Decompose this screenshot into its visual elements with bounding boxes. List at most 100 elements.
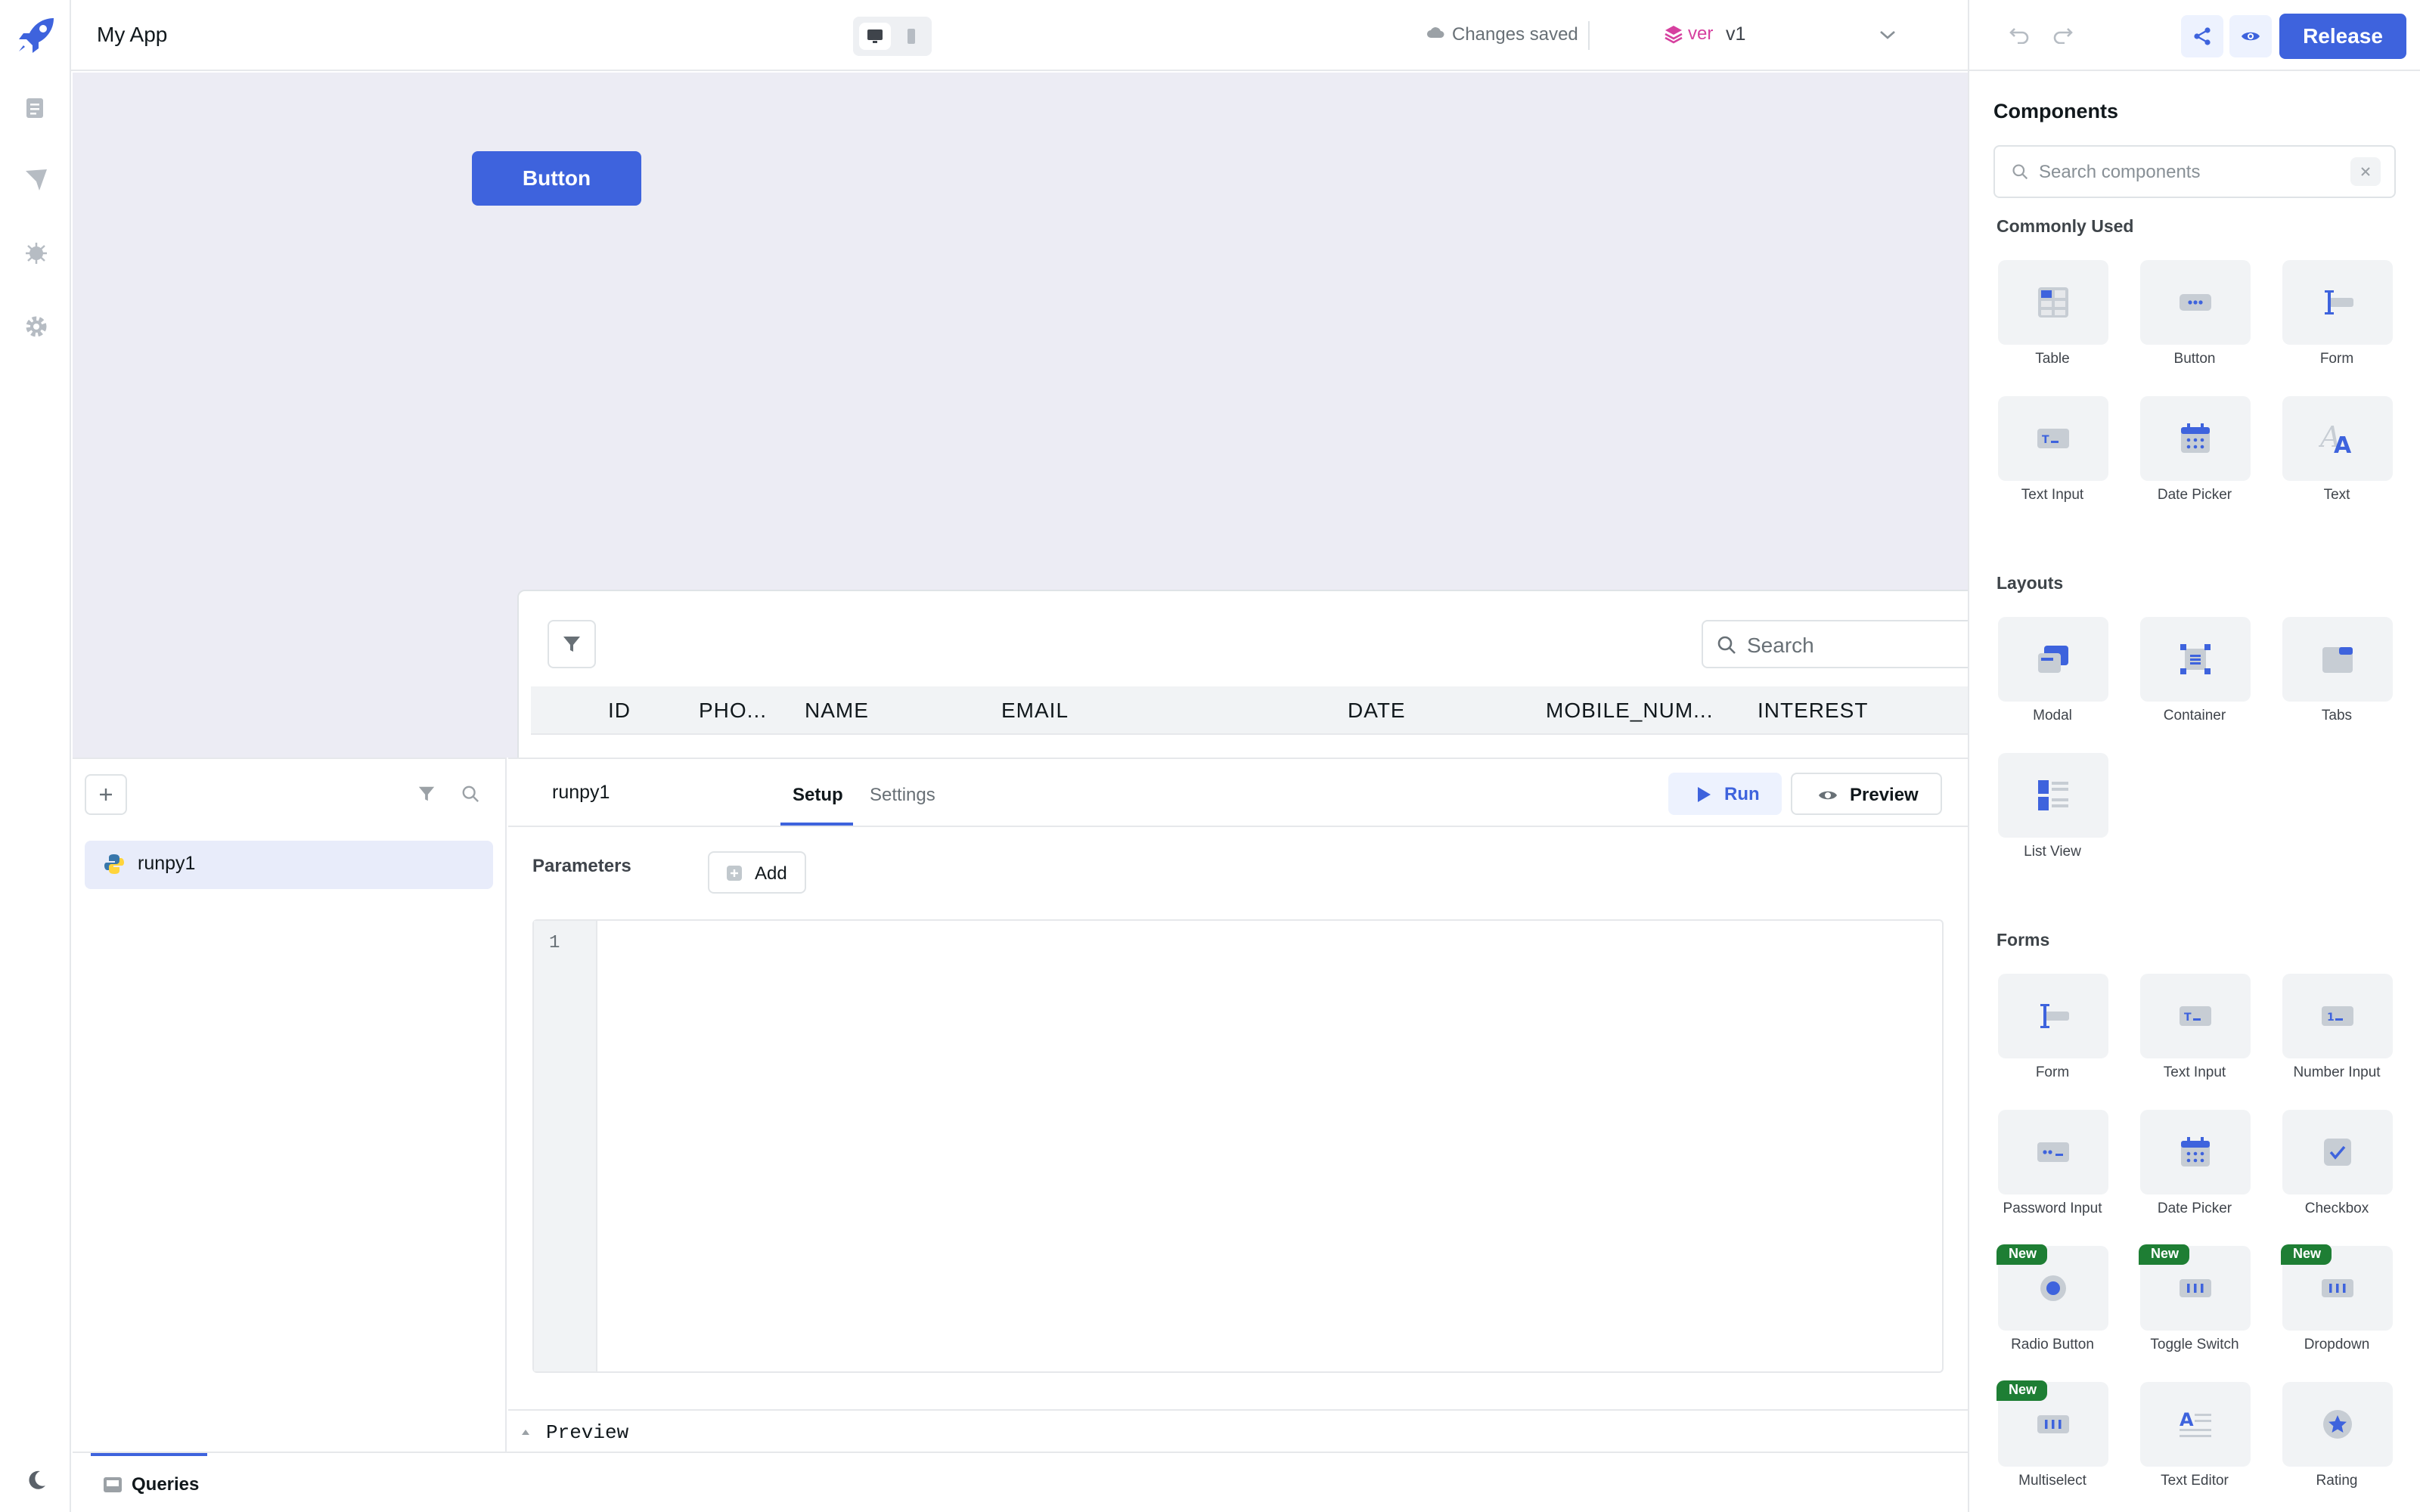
component-tile-date-picker[interactable] — [2140, 1110, 2251, 1194]
component-tile-date-picker[interactable] — [2140, 396, 2251, 481]
run-label: Run — [1724, 784, 1760, 804]
new-badge: New — [2139, 1244, 2190, 1265]
svg-text:1: 1 — [2327, 1012, 2335, 1024]
version-selector[interactable]: v1 — [1726, 23, 1745, 45]
comments-icon[interactable] — [21, 165, 51, 195]
filter-icon[interactable] — [417, 785, 436, 803]
mobile-view-icon[interactable] — [895, 23, 927, 50]
column-header[interactable]: ID — [608, 699, 631, 723]
component-tile-checkbox[interactable] — [2282, 1110, 2393, 1194]
password-input-icon — [2037, 1142, 2069, 1162]
debugger-icon[interactable] — [21, 237, 51, 268]
component-tile-radio-button[interactable]: New — [1996, 1244, 2108, 1331]
line-number: 1 — [549, 933, 560, 953]
component-label: Form — [2319, 351, 2354, 367]
container-icon — [2180, 644, 2211, 674]
chevron-down-icon[interactable] — [1879, 29, 1897, 41]
version-tag: ver — [1688, 23, 1714, 44]
component-label: Modal — [2033, 708, 2072, 723]
component-tile-button[interactable] — [2140, 260, 2251, 345]
query-title[interactable]: runpy1 — [552, 782, 610, 804]
desktop-view-icon[interactable] — [859, 23, 891, 50]
new-badge: New — [2281, 1244, 2332, 1265]
component-tile-toggle-switch[interactable]: New — [2139, 1244, 2251, 1331]
component-tile-text[interactable]: AA — [2282, 396, 2393, 481]
bottom-bar: Queries — [73, 1452, 1968, 1512]
save-status: Changes saved — [1452, 24, 1578, 45]
column-header[interactable]: MOBILE_NUM... — [1546, 699, 1713, 723]
redo-icon[interactable] — [2052, 26, 2074, 44]
component-label: Text — [2323, 487, 2350, 503]
component-tile-container[interactable] — [2140, 617, 2251, 702]
canvas-table-widget[interactable]: Search ID PHO... NAME EMAIL DATE MOBILE_… — [517, 590, 1968, 758]
preview-section[interactable]: Preview — [508, 1409, 1968, 1453]
component-label: Checkbox — [2304, 1201, 2369, 1216]
canvas-button[interactable]: Button — [472, 151, 641, 206]
column-header[interactable]: DATE — [1348, 699, 1406, 723]
add-label: Add — [755, 863, 787, 884]
new-badge: New — [1996, 1244, 2048, 1265]
components-title: Components — [1993, 100, 2118, 122]
component-label: Number Input — [2293, 1064, 2381, 1080]
list-view-icon — [2038, 780, 2068, 810]
component-tile-password-input[interactable] — [1998, 1110, 2108, 1194]
undo-icon[interactable] — [2009, 26, 2030, 44]
component-tile-tabs[interactable] — [2282, 617, 2393, 702]
modal-icon — [2038, 646, 2068, 673]
table-filter-icon[interactable] — [548, 620, 596, 668]
component-tile-table[interactable] — [1998, 260, 2108, 345]
table-search-input[interactable]: Search — [1702, 620, 1968, 668]
component-tile-multiselect[interactable]: New — [1996, 1380, 2108, 1467]
component-tile-text-input[interactable]: T — [1998, 396, 2108, 481]
component-tile-form[interactable] — [1998, 974, 2108, 1058]
add-query-icon[interactable] — [85, 774, 127, 815]
component-tile-list-view[interactable] — [1998, 753, 2108, 838]
preview-button[interactable]: Preview — [1791, 773, 1942, 815]
dropdown-icon — [2322, 1279, 2353, 1297]
component-label: Table — [2035, 351, 2070, 367]
add-parameter-button[interactable]: Add — [708, 851, 806, 894]
version-layers-icon — [1664, 24, 1683, 44]
run-button[interactable]: Run — [1668, 773, 1782, 815]
preview-eye-icon[interactable] — [2229, 15, 2272, 57]
search-components-input[interactable]: Search components — [1993, 145, 2396, 198]
section-title: Layouts — [1996, 573, 2064, 593]
share-icon[interactable] — [2181, 15, 2223, 57]
settings-gear-icon[interactable] — [21, 311, 51, 342]
editor-topbar: My App Changes saved ver v1 — [71, 0, 1968, 71]
left-sidebar — [0, 0, 71, 1512]
clear-search-icon[interactable] — [2350, 157, 2381, 186]
rocket-logo-icon[interactable] — [15, 17, 57, 54]
dark-mode-moon-icon[interactable] — [21, 1465, 51, 1495]
component-tile-form[interactable] — [2282, 260, 2393, 345]
component-tile-rating[interactable] — [2282, 1382, 2393, 1467]
queries-panel: runpy1 — [73, 758, 507, 1452]
column-header[interactable]: INTEREST — [1758, 699, 1868, 723]
component-label: Date Picker — [2157, 487, 2232, 503]
app-name[interactable]: My App — [97, 23, 167, 47]
tab-queries[interactable]: Queries — [91, 1456, 212, 1512]
search-icon[interactable] — [461, 785, 479, 803]
column-header[interactable]: NAME — [805, 699, 869, 723]
code-editor[interactable]: 1 — [532, 919, 1944, 1373]
release-button[interactable]: Release — [2279, 14, 2406, 59]
queries-tray-icon — [103, 1476, 123, 1494]
component-tile-text-input[interactable]: T — [2140, 974, 2251, 1058]
new-badge: New — [1996, 1380, 2048, 1401]
component-label: Rating — [2316, 1473, 2358, 1489]
list-item[interactable]: runpy1 — [85, 841, 493, 889]
tab-setup[interactable]: Setup — [793, 785, 843, 806]
column-header[interactable]: EMAIL — [1001, 699, 1069, 723]
table-icon — [2038, 287, 2068, 318]
component-tile-modal[interactable] — [1998, 617, 2108, 702]
pages-icon[interactable] — [21, 94, 51, 124]
component-tile-number-input[interactable]: 1 — [2282, 974, 2393, 1058]
component-tile-text-editor[interactable]: A — [2140, 1382, 2251, 1467]
column-header[interactable]: PHO... — [699, 699, 767, 723]
queries-tab-label: Queries — [132, 1474, 200, 1495]
component-label: Password Input — [2003, 1201, 2102, 1216]
component-tile-dropdown[interactable]: New — [2281, 1244, 2393, 1331]
app-canvas[interactable]: Button Search ID PHO... NAME EMAIL DATE … — [73, 73, 1968, 758]
preview-section-label: Preview — [546, 1421, 629, 1444]
tab-settings[interactable]: Settings — [870, 785, 935, 806]
